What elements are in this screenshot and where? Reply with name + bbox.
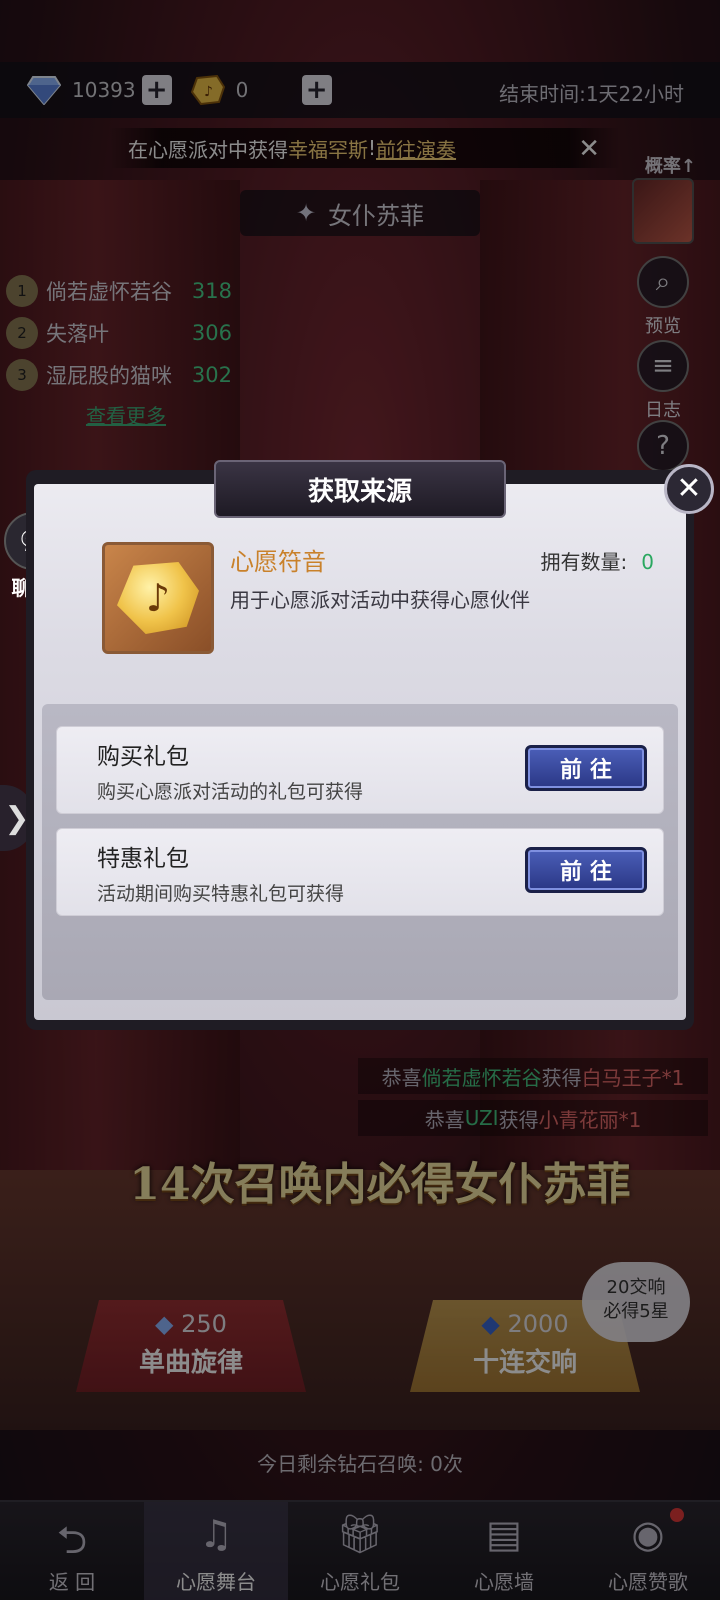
owned-value: 0 (641, 550, 654, 574)
source-description: 活动期间购买特惠礼包可获得 (97, 883, 345, 905)
source-modal: ♪ 心愿符音 拥有数量: 0 用于心愿派对活动中获得心愿伙伴 购买礼包 购买心愿派… (26, 460, 694, 1030)
modal-body: ♪ 心愿符音 拥有数量: 0 用于心愿派对活动中获得心愿伙伴 购买礼包 购买心愿派… (34, 484, 686, 1020)
goto-button[interactable]: 前往 (525, 745, 647, 791)
item-icon-frame: ♪ (102, 542, 214, 654)
source-list: 购买礼包 购买心愿派对活动的礼包可获得 前往 特惠礼包 活动期间购买特惠礼包可获… (42, 704, 678, 1000)
source-description: 购买心愿派对活动的礼包可获得 (97, 781, 364, 803)
source-title: 购买礼包 (97, 744, 189, 770)
owned-count: 拥有数量: 0 (541, 546, 654, 575)
source-item: 特惠礼包 活动期间购买特惠礼包可获得 前往 (56, 828, 664, 916)
wish-rune-icon: ♪ (117, 562, 199, 634)
owned-label: 拥有数量: (540, 550, 628, 574)
close-icon[interactable]: ✕ (664, 464, 714, 514)
item-description: 用于心愿派对活动中获得心愿伙伴 (230, 588, 530, 612)
source-item: 购买礼包 购买心愿派对活动的礼包可获得 前往 (56, 726, 664, 814)
source-title: 特惠礼包 (97, 846, 189, 872)
item-name: 心愿符音 (230, 548, 326, 576)
goto-button[interactable]: 前往 (525, 847, 647, 893)
modal-title: 获取来源 (214, 460, 506, 518)
